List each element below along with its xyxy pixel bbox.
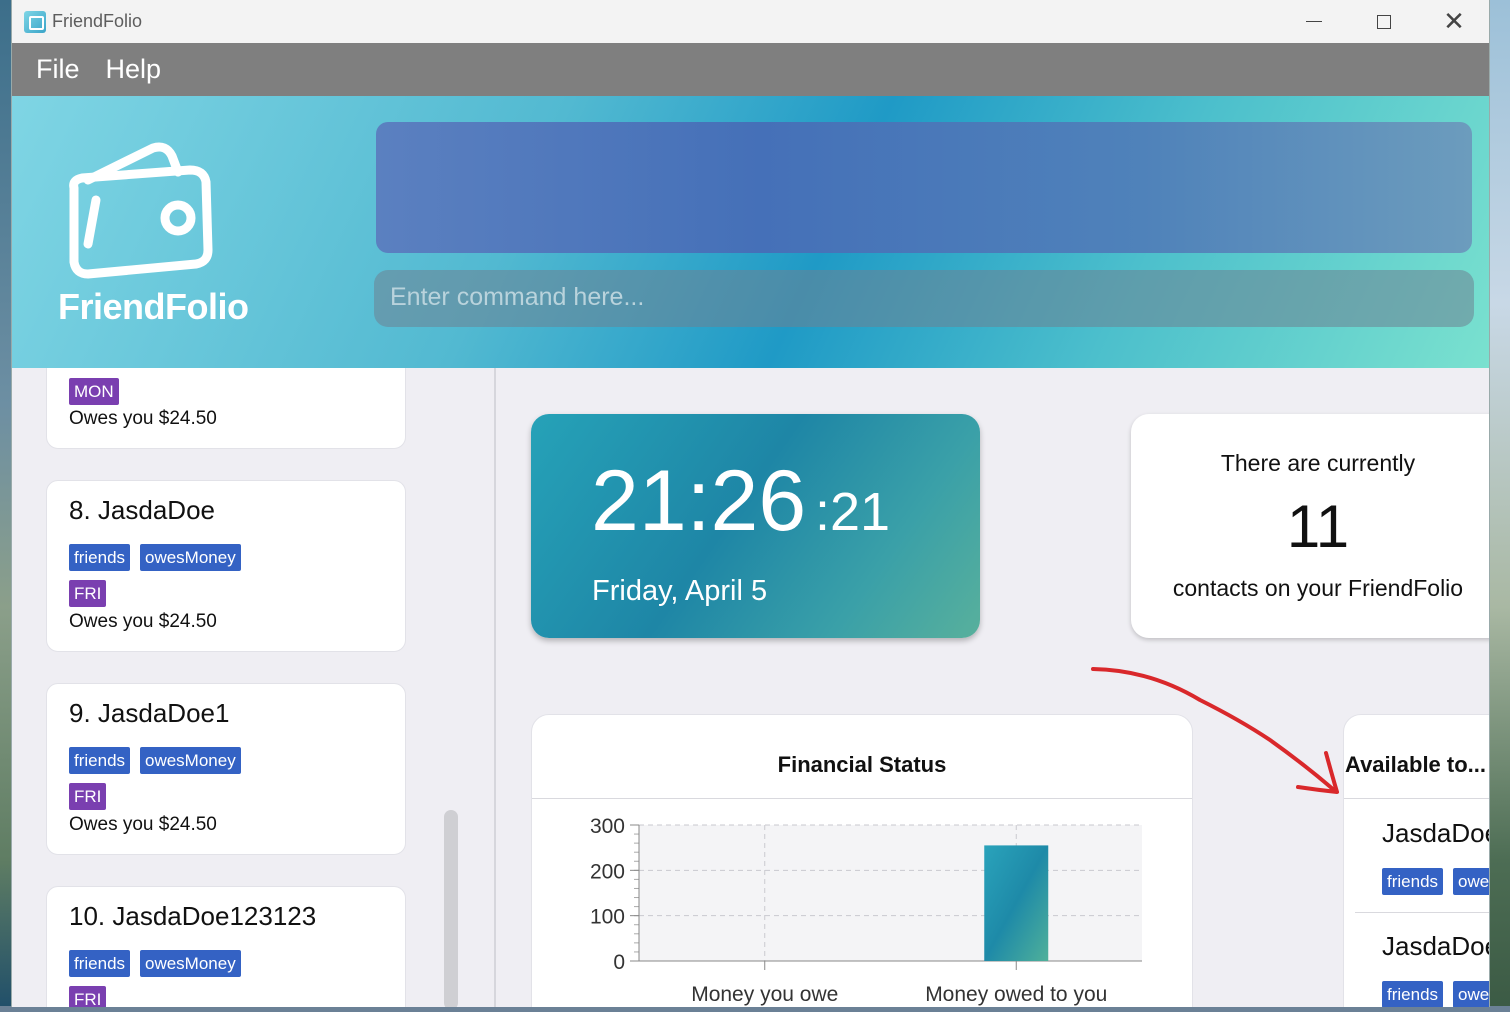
day-tag: FRI	[69, 783, 107, 810]
y-tick-label: 200	[590, 860, 625, 883]
available-contact-name[interactable]: JasdaDoe	[1382, 931, 1489, 962]
x-tick-label: Money owed to you	[925, 983, 1107, 1006]
contact-card[interactable]: MON Owes you $24.50	[46, 368, 406, 449]
owes-text: Owes you $24.50	[69, 814, 217, 835]
contact-card[interactable]: 10. JasdaDoe123123 friends owesMoney FRI	[46, 886, 406, 1007]
count-number: 11	[1286, 493, 1350, 560]
day-tag: MON	[69, 378, 119, 405]
tag-friends: friends	[1382, 868, 1444, 895]
maximize-icon	[1377, 14, 1391, 29]
split-divider[interactable]	[494, 368, 496, 1007]
card-divider	[1344, 798, 1489, 799]
friendfolio-logo: FriendFolio	[58, 140, 249, 327]
title-bar[interactable]: FriendFolio ✕	[12, 0, 1489, 43]
count-label-bottom: contacts on your FriendFolio	[1172, 575, 1464, 601]
available-title: Available to...	[1345, 752, 1487, 777]
tag-owesmoney: owesMoney	[140, 950, 241, 977]
menu-file[interactable]: File	[36, 54, 80, 85]
financial-bar-chart: 0 100 200 300 Money you owe Money owed to you	[590, 815, 1142, 1006]
header-banner: FriendFolio Enter command here...	[12, 96, 1489, 368]
menu-help[interactable]: Help	[106, 54, 162, 85]
tag-owesmoney: owe	[1453, 981, 1489, 1007]
contact-count-card: There are currently 11 contacts on your …	[1131, 414, 1489, 638]
wallet-icon	[69, 142, 213, 279]
count-label-top: There are currently	[1220, 450, 1416, 476]
contact-name: 10. JasdaDoe123123	[69, 901, 317, 931]
minimize-icon	[1306, 20, 1322, 23]
tag-friends: friends	[69, 950, 131, 977]
bar	[984, 845, 1049, 961]
tag-owesmoney: owesMoney	[140, 544, 241, 571]
maximize-button[interactable]	[1349, 0, 1419, 43]
financial-title: Financial Status	[777, 752, 947, 777]
contact-card[interactable]: 9. JasdaDoe1 friends owesMoney FRI Owes …	[46, 683, 406, 855]
tag-friends: friends	[1382, 981, 1444, 1007]
day-tag: FRI	[69, 580, 107, 607]
contact-name: 8. JasdaDoe	[69, 495, 215, 525]
contact-name: 9. JasdaDoe1	[69, 698, 230, 728]
plot-area	[639, 825, 1142, 961]
minimize-button[interactable]	[1279, 0, 1349, 43]
app-window: FriendFolio ✕ File Help FriendFolio Ente…	[11, 0, 1490, 1007]
contact-card[interactable]: 8. JasdaDoe friends owesMoney FRI Owes y…	[46, 480, 406, 652]
y-tick-label: 300	[590, 815, 625, 838]
financial-status-card: Financial Status 0 100 200 300 Money you owe…	[531, 714, 1193, 1007]
desktop-background-left	[0, 0, 11, 1012]
window-title: FriendFolio	[52, 11, 143, 31]
clock-hours-minutes: 21:26	[591, 453, 807, 549]
desktop-background-right	[1488, 0, 1510, 1012]
tag-owesmoney: owesMoney	[140, 747, 241, 774]
menu-bar: File Help	[12, 43, 1489, 96]
list-divider	[1355, 912, 1489, 913]
app-icon	[24, 10, 46, 33]
close-button[interactable]: ✕	[1419, 0, 1489, 43]
owes-text: Owes you $24.50	[69, 611, 217, 632]
owes-text: Owes you $24.50	[69, 408, 217, 429]
available-today-card: Available to... JasdaDoe friends owe Jas…	[1343, 714, 1489, 1007]
card-divider	[532, 798, 1192, 799]
y-tick-label: 100	[590, 906, 625, 929]
tag-friends: friends	[69, 544, 131, 571]
result-display	[376, 122, 1472, 253]
available-contact-name[interactable]: JasdaDoe	[1382, 818, 1489, 849]
day-tag: FRI	[69, 986, 107, 1007]
close-icon: ✕	[1443, 6, 1465, 36]
contact-list[interactable]: MON Owes you $24.50 8. JasdaDoe friends …	[12, 368, 494, 1007]
y-tick-label: 0	[613, 951, 625, 974]
clock-card: 21:26 :21 Friday, April 5	[531, 414, 980, 638]
x-tick-label: Money you owe	[691, 983, 838, 1006]
clock-date: Friday, April 5	[592, 575, 768, 607]
list-scrollbar[interactable]	[444, 810, 458, 1007]
tag-friends: friends	[69, 747, 131, 774]
window-controls: ✕	[1279, 0, 1489, 43]
logo-text: FriendFolio	[58, 286, 249, 327]
tag-owesmoney: owe	[1453, 868, 1489, 895]
clock-seconds: :21	[815, 482, 891, 542]
command-input[interactable]: Enter command here...	[374, 270, 1474, 327]
